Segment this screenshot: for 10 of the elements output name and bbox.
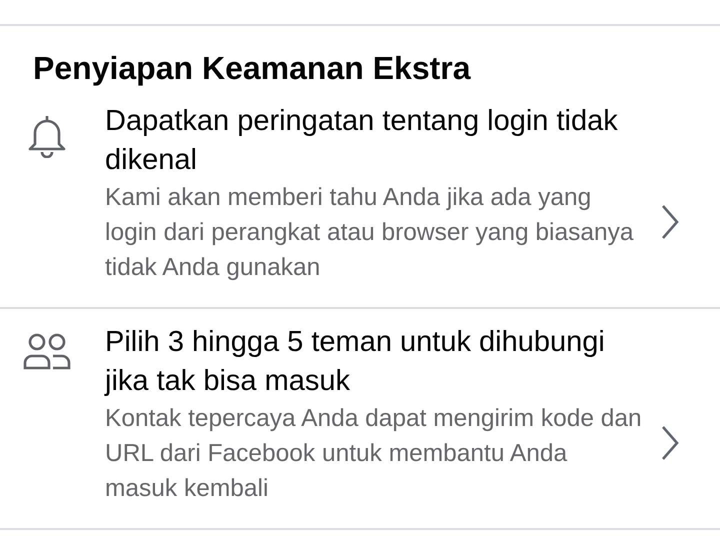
settings-row[interactable]: Pilih 3 hingga 5 teman untuk dihubungi jika tak bisa masuk Kontak tepercaya Anda dapat mengirim kode dan URL dari Facebook untuk membantu Anda masuk kembali bbox=[0, 309, 720, 528]
chevron-icon bbox=[660, 425, 680, 461]
people-icon bbox=[22, 333, 70, 371]
row-description: Kami akan memberi tahu Anda jika ada yang login dari perangkat atau browser yang biasanya tidak Anda gunakan bbox=[105, 183, 634, 283]
row-title: Pilih 3 hingga 5 teman untuk dihubungi jika tak bisa masuk bbox=[105, 325, 606, 399]
row-title: Dapatkan peringatan tentang login tidak dikenal bbox=[105, 104, 619, 178]
row-description: Kontak tepercaya Anda dapat mengirim kode dan URL dari Facebook untuk membantu Anda masuk kembali bbox=[105, 404, 643, 504]
section-title: Penyiapan Keamanan Ekstra bbox=[32, 49, 472, 88]
chevron-icon bbox=[660, 204, 680, 240]
settings-row[interactable]: Dapatkan peringatan tentang login tidak dikenal Kami akan memberi tahu Anda jika ada yang login dari perangkat atau browser yang biasanya tidak Anda gunakan bbox=[0, 88, 720, 307]
